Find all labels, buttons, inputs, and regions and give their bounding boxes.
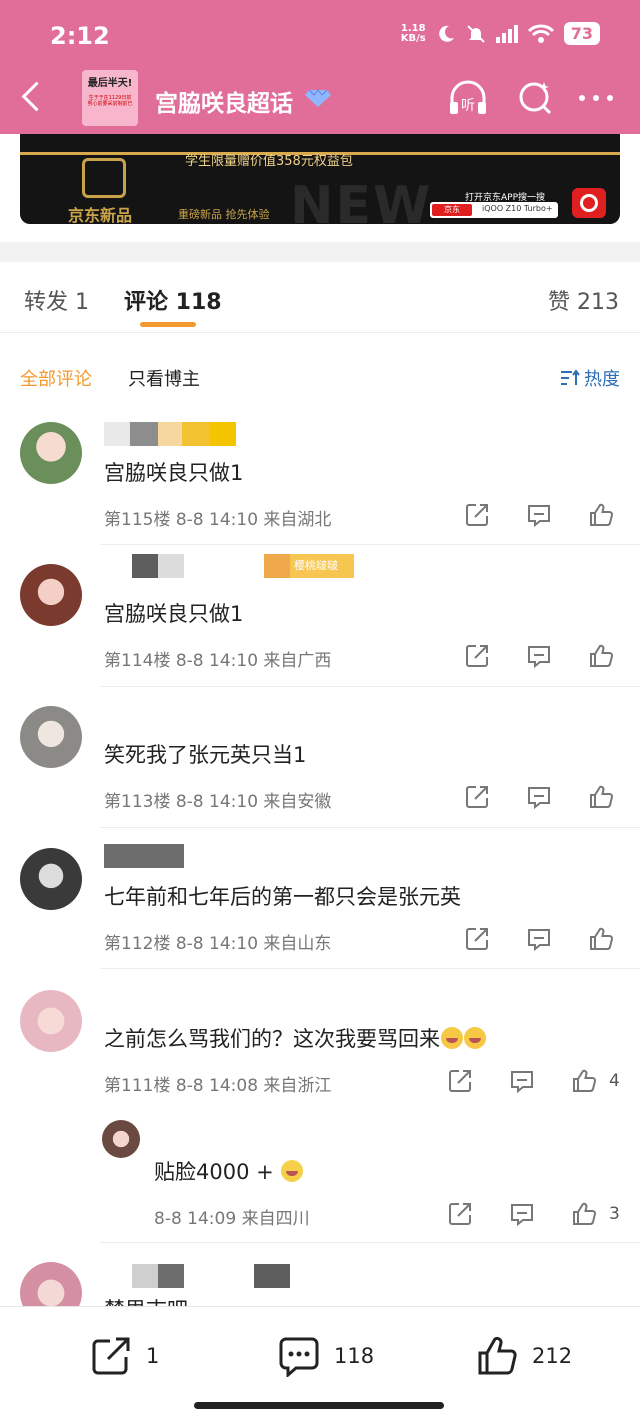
thumbs-up-icon[interactable]: [571, 1068, 601, 1096]
comment-button[interactable]: 118: [278, 1335, 374, 1377]
divider: [100, 1242, 640, 1243]
search-icon[interactable]: [514, 78, 558, 118]
filter-all-comments[interactable]: 全部评论: [20, 365, 92, 391]
comment-text: 七年前和七年后的第一都只会是张元英: [104, 885, 461, 909]
avatar[interactable]: [20, 706, 82, 768]
share-icon[interactable]: [464, 784, 494, 812]
like-count: 3: [609, 1204, 620, 1224]
username-blurred[interactable]: [104, 422, 236, 446]
thumbs-up-icon[interactable]: [571, 1201, 601, 1229]
ad-search-icon[interactable]: [572, 188, 606, 218]
ad-banner[interactable]: 学生限量赠价值358元权益包 京东新品 重磅新品 抢先体验 NEW 打开京东AP…: [20, 134, 620, 224]
reply-icon[interactable]: [526, 926, 556, 954]
comment-meta: 第115楼 8-8 14:10 来自湖北: [104, 510, 332, 530]
divider: [100, 968, 640, 969]
ad-search-brand: 京东: [432, 204, 472, 216]
comment-icon: [279, 1337, 319, 1377]
divider: [100, 686, 640, 687]
thumbs-up-icon: [478, 1336, 517, 1375]
ad-search-text: iQOO Z10 Turbo+: [482, 204, 553, 213]
username-blurred[interactable]: [104, 1264, 290, 1288]
eye-roll-emoji-icon: [281, 1160, 304, 1182]
home-indicator: [194, 1402, 444, 1409]
sort-icon: [561, 369, 580, 385]
avatar[interactable]: [20, 990, 82, 1052]
sort-hot-button[interactable]: 热度: [560, 365, 620, 391]
section-gap: [0, 242, 640, 262]
share-icon[interactable]: [447, 1201, 477, 1229]
wifi-icon: [527, 24, 554, 43]
share-icon[interactable]: [464, 926, 494, 954]
status-icons: 1.18 KB/s 73: [401, 22, 600, 45]
ad-subtitle: 学生限量赠价值358元权益包: [185, 154, 353, 169]
avatar[interactable]: [20, 848, 82, 910]
svg-text:听: 听: [461, 98, 475, 114]
comment-text: 笑死我了张元英只当1: [104, 743, 307, 767]
laughing-emoji-icon: [464, 1027, 486, 1049]
sort-label: 热度: [584, 369, 620, 390]
jd-logo-icon: [82, 158, 126, 198]
comment-text: 之前怎么骂我们的？这次我要骂回来: [104, 1023, 486, 1053]
share-icon[interactable]: [447, 1068, 477, 1096]
topic-thumbnail[interactable]: 最后半天! 生于于在1129日前 努心前要采前制前已: [82, 70, 138, 126]
reply-icon[interactable]: [526, 643, 556, 671]
filter-author-only[interactable]: 只看博主: [128, 365, 200, 391]
reply-icon[interactable]: [526, 784, 556, 812]
status-time: 2:12: [50, 22, 110, 50]
tab-comments[interactable]: 评论 118: [124, 284, 222, 316]
reply-text: 贴脸4000 +: [154, 1156, 304, 1186]
topic-title[interactable]: 宫脇咲良超话: [155, 84, 293, 118]
comment-meta: 第112楼 8-8 14:10 来自山东: [104, 934, 332, 954]
divider: [0, 332, 640, 333]
thumbs-up-icon[interactable]: [588, 643, 618, 671]
ad-slogan: 重磅新品 抢先体验: [178, 208, 270, 221]
battery-indicator: 73: [563, 22, 600, 45]
ad-watermark: NEW: [290, 176, 433, 224]
comment-text: 宫脇咲良只做1: [104, 602, 244, 626]
reply-meta: 8-8 14:09 来自四川: [154, 1209, 310, 1229]
ad-brand: 京东新品: [68, 206, 133, 224]
repost-button[interactable]: 1: [90, 1335, 159, 1377]
divider: [100, 544, 640, 545]
reply-icon[interactable]: [526, 502, 556, 530]
comment-meta: 第113楼 8-8 14:10 来自安徽: [104, 792, 332, 812]
share-icon: [92, 1337, 130, 1375]
reply-icon[interactable]: [509, 1068, 539, 1096]
like-count: 212: [532, 1344, 573, 1368]
fan-badge: 樱桃啵啵: [264, 554, 354, 578]
thumbs-up-icon[interactable]: [588, 784, 618, 812]
back-button[interactable]: [18, 78, 48, 118]
avatar[interactable]: [20, 422, 82, 484]
thumbs-up-icon[interactable]: [588, 502, 618, 530]
like-button[interactable]: 212: [476, 1335, 572, 1377]
username-blurred[interactable]: [104, 844, 184, 868]
repost-count: 1: [146, 1344, 160, 1368]
divider: [100, 827, 640, 828]
diamond-badge-icon: [305, 89, 331, 107]
comment-count: 118: [334, 1344, 375, 1368]
tab-likes[interactable]: 赞 213: [548, 284, 619, 316]
reply-icon[interactable]: [509, 1201, 539, 1229]
tab-repost[interactable]: 转发 1: [24, 284, 89, 316]
tab-active-indicator: [140, 322, 196, 327]
username-blurred[interactable]: [104, 554, 184, 578]
comment-meta: 第114楼 8-8 14:10 来自广西: [104, 651, 332, 671]
mute-icon: [467, 24, 485, 43]
comment-meta: 第111楼 8-8 14:08 来自浙江: [104, 1076, 332, 1096]
like-count: 4: [609, 1071, 620, 1091]
moon-icon: [438, 25, 454, 42]
net-speed: 1.18 KB/s: [400, 22, 426, 44]
share-icon[interactable]: [464, 502, 494, 530]
thumbs-up-icon[interactable]: [588, 926, 618, 954]
signal-icon: [495, 24, 518, 43]
laughing-emoji-icon: [441, 1027, 463, 1049]
avatar[interactable]: [20, 564, 82, 626]
share-icon[interactable]: [464, 643, 494, 671]
listen-icon[interactable]: 听: [446, 78, 490, 118]
more-icon[interactable]: [576, 78, 620, 118]
reply-avatar[interactable]: [102, 1120, 140, 1158]
comment-text: 宫脇咲良只做1: [104, 461, 244, 485]
